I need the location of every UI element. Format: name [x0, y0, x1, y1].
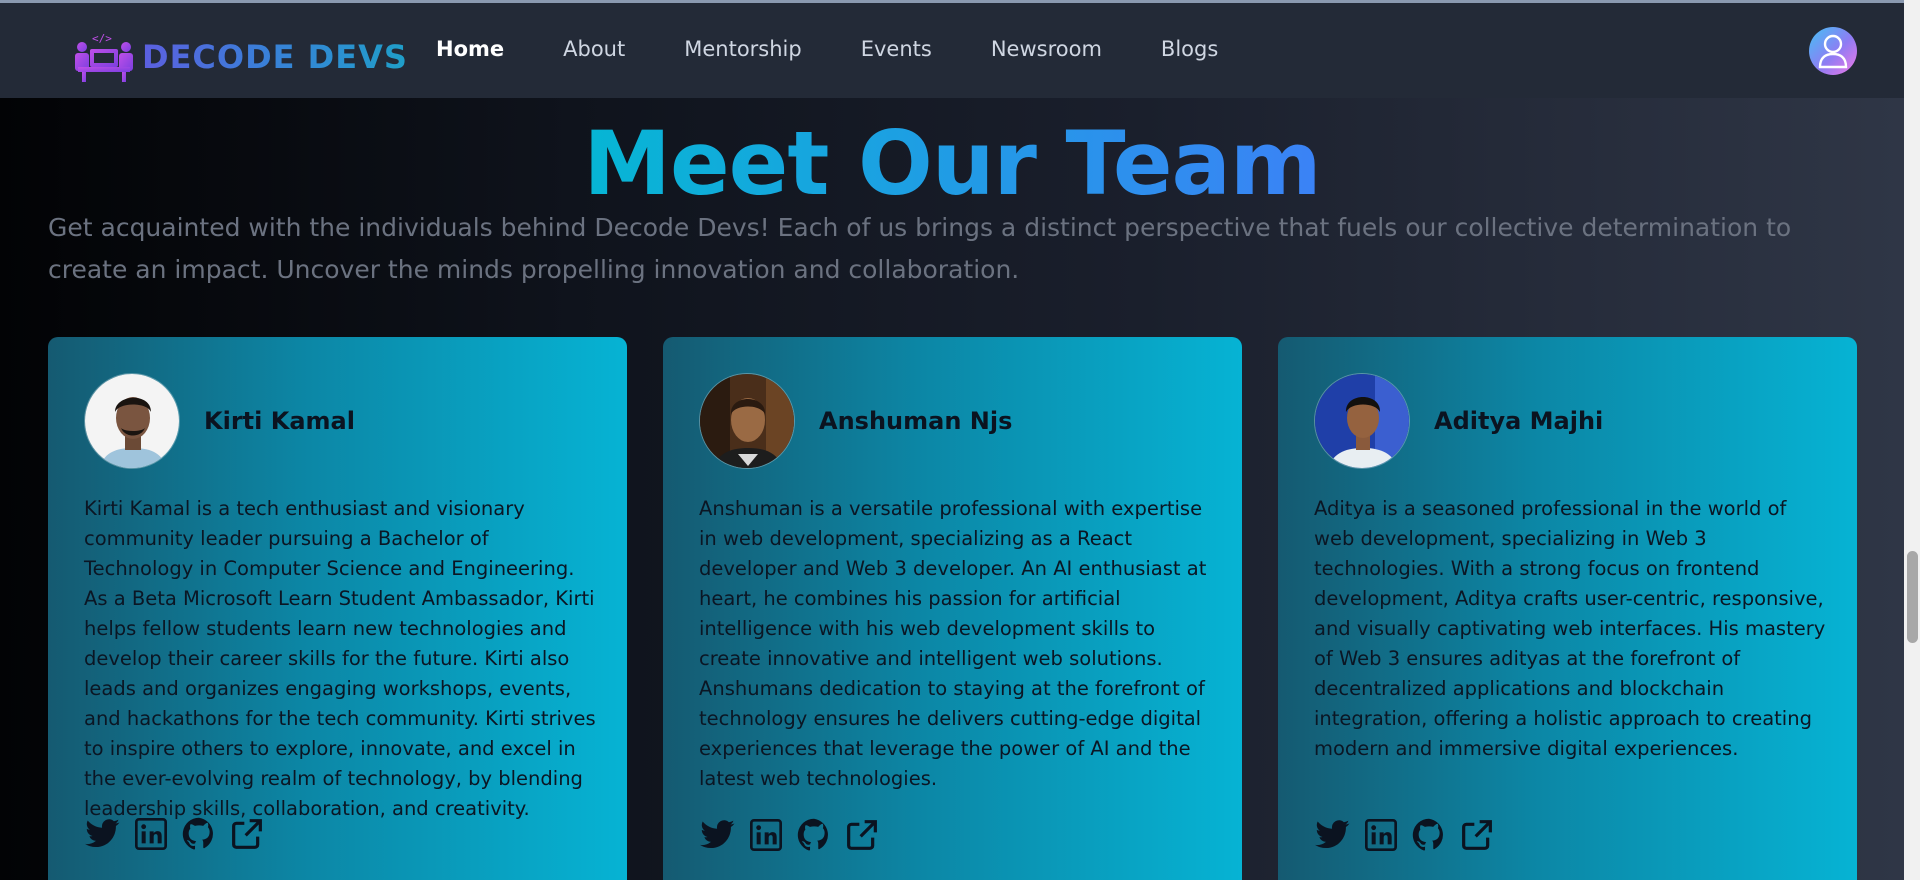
team-card: Kirti Kamal Kirti Kamal is a tech enthus…	[48, 337, 627, 880]
github-icon[interactable]	[795, 816, 833, 854]
member-bio: Anshuman is a versatile professional wit…	[699, 497, 1207, 790]
scrollbar-thumb[interactable]	[1907, 551, 1918, 643]
scrollbar-track[interactable]	[1904, 0, 1920, 880]
linkedin-icon[interactable]	[132, 815, 170, 853]
external-link-icon[interactable]	[228, 815, 266, 853]
nav-blogs[interactable]: Blogs	[1161, 37, 1218, 61]
external-link-icon[interactable]	[843, 816, 881, 854]
nav-links: Home About Mentorship Events Newsroom Bl…	[436, 37, 1277, 61]
team-card: Anshuman Njs Anshuman is a versatile pro…	[663, 337, 1242, 880]
member-photo	[1314, 373, 1410, 469]
navbar: </> DECODE DEVS Home About Mentorship Ev…	[0, 3, 1904, 98]
linkedin-icon[interactable]	[747, 816, 785, 854]
member-photo	[84, 373, 180, 469]
brand-logo[interactable]: </> DECODE DEVS	[72, 31, 408, 83]
linkedin-icon[interactable]	[1362, 816, 1400, 854]
nav-about[interactable]: About	[563, 37, 625, 61]
twitter-icon[interactable]	[84, 815, 122, 853]
nav-mentorship[interactable]: Mentorship	[684, 37, 801, 61]
section-subtitle: Get acquainted with the individuals behi…	[48, 213, 1792, 284]
member-bio: Kirti Kamal is a tech enthusiast and vis…	[84, 497, 596, 820]
github-icon[interactable]	[180, 815, 218, 853]
twitter-icon[interactable]	[1314, 816, 1352, 854]
github-icon[interactable]	[1410, 816, 1448, 854]
nav-newsroom[interactable]: Newsroom	[991, 37, 1102, 61]
member-name: Anshuman Njs	[819, 407, 1013, 435]
member-name: Aditya Majhi	[1434, 407, 1604, 435]
brand-name: DECODE DEVS	[142, 38, 408, 76]
svg-text:</>: </>	[92, 32, 112, 45]
section-title: Meet Our Team	[583, 112, 1321, 215]
external-link-icon[interactable]	[1458, 816, 1496, 854]
logo-icon: </>	[75, 32, 133, 82]
member-photo	[699, 373, 795, 469]
twitter-icon[interactable]	[699, 816, 737, 854]
member-name: Kirti Kamal	[204, 407, 355, 435]
social-links	[1314, 816, 1506, 854]
nav-home[interactable]: Home	[436, 37, 504, 61]
member-bio: Aditya is a seasoned professional in the…	[1314, 497, 1826, 760]
nav-events[interactable]: Events	[861, 37, 932, 61]
social-links	[84, 815, 276, 853]
page: </> DECODE DEVS Home About Mentorship Ev…	[0, 0, 1904, 880]
user-icon	[1818, 34, 1848, 69]
team-card: Aditya Majhi Aditya is a seasoned profes…	[1278, 337, 1857, 880]
user-profile-button[interactable]	[1809, 27, 1857, 75]
social-links	[699, 816, 891, 854]
